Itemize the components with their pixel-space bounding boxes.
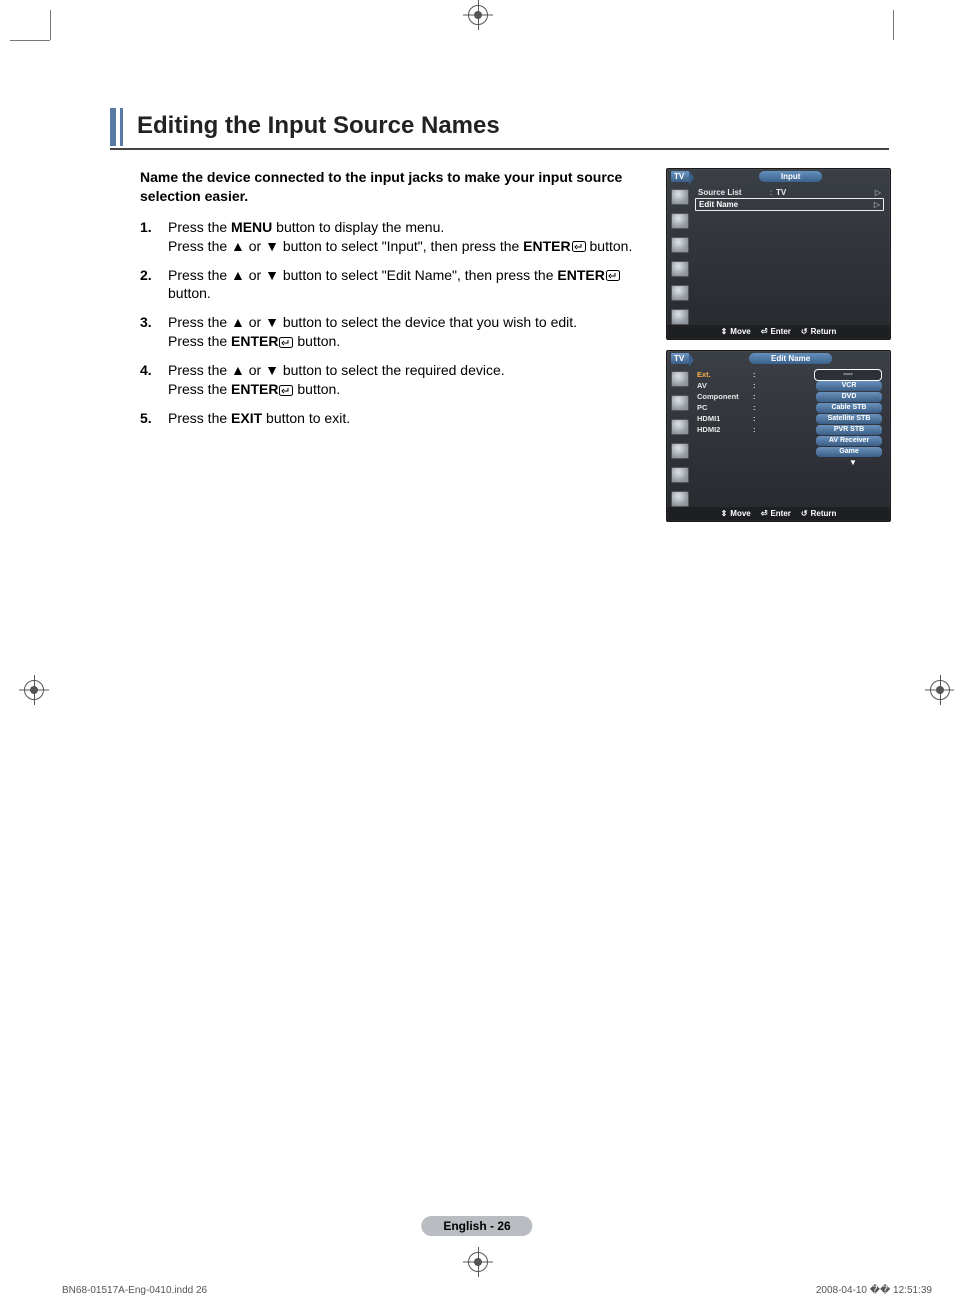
option-pill: VCR <box>816 381 882 391</box>
step-item: Press the ▲ or ▼ button to select the re… <box>140 361 652 399</box>
enter-icon <box>606 270 620 281</box>
instructions-column: Name the device connected to the input j… <box>110 168 666 532</box>
return-icon: ↺ <box>801 509 808 518</box>
registration-mark-icon <box>468 1252 488 1272</box>
manual-page: Editing the Input Source Names Name the … <box>0 0 954 1314</box>
steps-list: Press the MENU button to display the men… <box>140 218 652 428</box>
crop-mark <box>50 10 51 40</box>
edit-row: AV Receiver <box>695 435 884 446</box>
enter-icon <box>279 385 293 396</box>
osd-title: Input <box>759 171 823 182</box>
heading-accent-bar <box>110 108 116 146</box>
osd-row-source-list: Source List : TV ▷ <box>695 187 884 198</box>
option-pill: ---- <box>814 369 882 381</box>
osd-column: TV Input <box>666 168 889 532</box>
indd-filename: BN68-01517A-Eng-0410.indd 26 <box>62 1285 207 1296</box>
osd-category-icon <box>671 213 689 229</box>
osd-category-icon <box>671 443 689 459</box>
updown-icon: ⇕ <box>721 509 728 518</box>
option-pill: PVR STB <box>816 425 882 435</box>
edit-row: Game <box>695 446 884 457</box>
osd-edit-name-menu: TV Edit Name <box>666 350 891 522</box>
osd-category-icon <box>671 285 689 301</box>
osd-footer-hints: ⇕Move ⏎Enter ↺Return <box>667 507 890 521</box>
enter-icon <box>572 241 586 252</box>
osd-category-icon <box>671 237 689 253</box>
return-icon: ↺ <box>801 327 808 336</box>
enter-icon <box>279 337 293 348</box>
updown-icon: ⇕ <box>721 327 728 336</box>
osd-sidebar-icons <box>667 183 693 325</box>
edit-row: AV: VCR <box>695 380 884 391</box>
crop-mark <box>893 10 894 40</box>
edit-row: HDMI2: PVR STB <box>695 424 884 435</box>
prepress-footer: BN68-01517A-Eng-0410.indd 26 2008-04-10 … <box>62 1285 932 1296</box>
edit-row: Ext.: ---- <box>695 369 884 380</box>
osd-category-icon <box>671 371 689 387</box>
page-footer-label: English - 26 <box>421 1216 532 1236</box>
osd-sidebar-icons <box>667 365 693 507</box>
osd-row-edit-name: Edit Name ▷ <box>695 198 884 211</box>
option-pill: DVD <box>816 392 882 402</box>
step-item: Press the EXIT button to exit. <box>140 409 652 428</box>
osd-category-icon <box>671 467 689 483</box>
osd-category-icon <box>671 309 689 325</box>
section-heading-row: Editing the Input Source Names <box>110 108 889 150</box>
edit-row: HDMI1: Satellite STB <box>695 413 884 424</box>
triangle-right-icon: ▷ <box>871 188 881 197</box>
enter-icon: ⏎ <box>761 327 768 336</box>
osd-category-icon <box>671 491 689 507</box>
osd-tv-badge: TV <box>671 171 689 182</box>
osd-title: Edit Name <box>749 353 832 364</box>
osd-category-icon <box>671 419 689 435</box>
edit-row: Component: DVD <box>695 391 884 402</box>
option-pill: AV Receiver <box>816 436 882 446</box>
step-item: Press the MENU button to display the men… <box>140 218 652 256</box>
osd-tv-badge: TV <box>671 353 689 364</box>
registration-mark-icon <box>468 5 488 25</box>
option-pill: Satellite STB <box>816 414 882 424</box>
osd-category-icon <box>671 395 689 411</box>
triangle-right-icon: ▷ <box>870 200 880 209</box>
step-item: Press the ▲ or ▼ button to select the de… <box>140 313 652 351</box>
osd-category-icon <box>671 261 689 277</box>
section-title: Editing the Input Source Names <box>137 108 500 146</box>
option-pill: Cable STB <box>816 403 882 413</box>
registration-mark-icon <box>24 680 44 700</box>
heading-accent-bar <box>120 108 123 146</box>
more-down-icon: ▼ <box>822 458 884 467</box>
osd-input-menu: TV Input <box>666 168 891 340</box>
edit-row: PC: Cable STB <box>695 402 884 413</box>
indd-timestamp: 2008-04-10 �� 12:51:39 <box>816 1285 932 1296</box>
option-pill: Game <box>816 447 882 457</box>
intro-text: Name the device connected to the input j… <box>140 168 652 206</box>
registration-mark-icon <box>930 680 950 700</box>
crop-mark <box>10 40 50 41</box>
osd-category-icon <box>671 189 689 205</box>
enter-icon: ⏎ <box>761 509 768 518</box>
osd-footer-hints: ⇕Move ⏎Enter ↺Return <box>667 325 890 339</box>
step-item: Press the ▲ or ▼ button to select "Edit … <box>140 266 652 304</box>
